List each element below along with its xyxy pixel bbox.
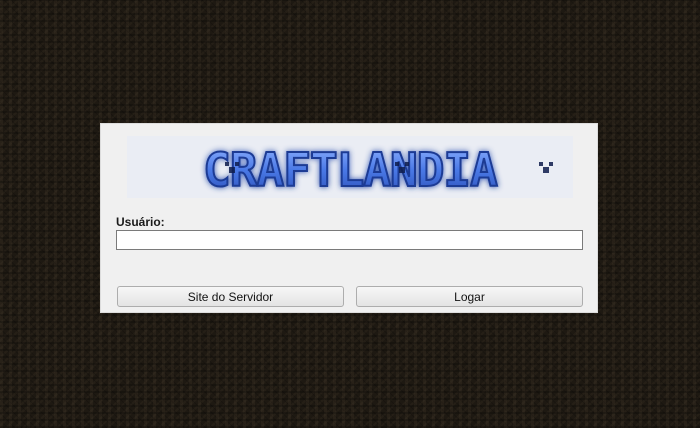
username-label: Usuário:: [116, 215, 165, 229]
craftlandia-logo: CRAFTLANDIA: [127, 136, 573, 198]
login-button[interactable]: Logar: [356, 286, 583, 307]
username-input[interactable]: [116, 230, 583, 250]
server-site-button[interactable]: Site do Servidor: [117, 286, 344, 307]
login-button-label: Logar: [454, 289, 485, 304]
login-panel: CRAFTLANDIA Usuário: Site do Servidor Lo…: [100, 123, 598, 313]
server-site-button-label: Site do Servidor: [187, 289, 274, 304]
logo-text: CRAFTLANDIA: [203, 143, 497, 197]
